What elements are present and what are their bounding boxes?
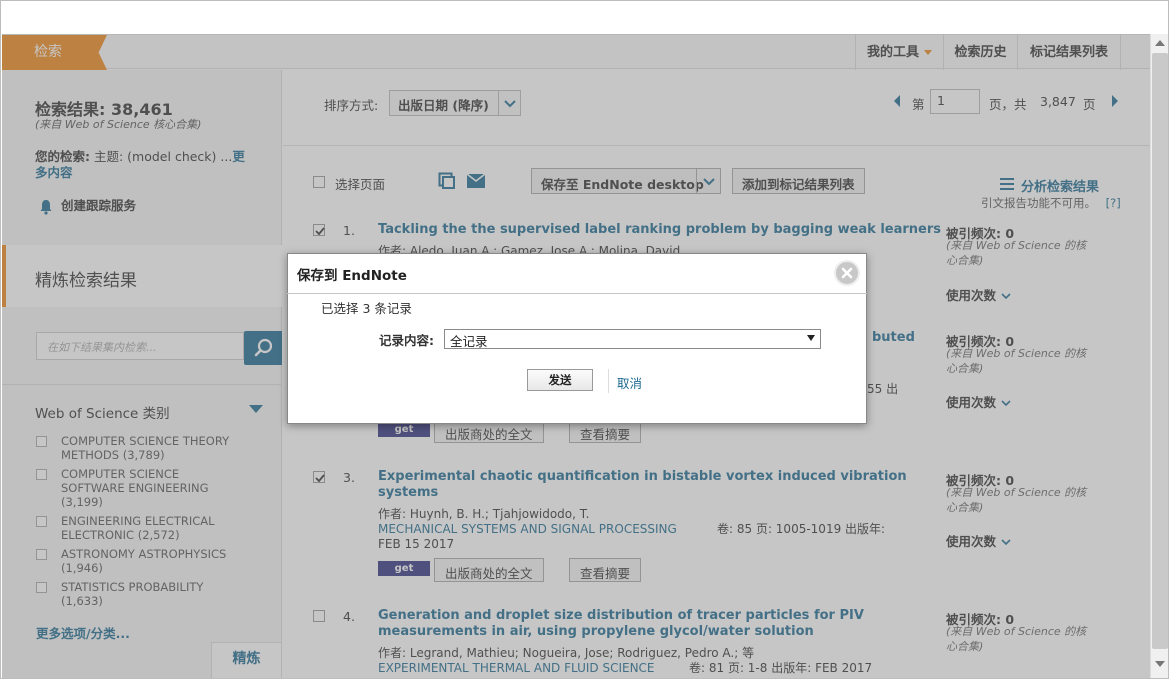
record-content-value: 全记录 [450,334,488,349]
dropdown-arrow-icon [807,335,815,341]
send-button[interactable]: 发送 [527,369,593,391]
close-icon [841,267,853,279]
record-content-select[interactable]: 全记录 [444,329,821,349]
divider [608,369,609,393]
selected-count: 已选择 3 条记录 [321,301,412,316]
divider [287,293,867,294]
cancel-link[interactable]: 取消 [617,373,642,392]
close-button[interactable] [834,260,860,286]
scroll-up-icon[interactable] [1154,39,1166,47]
browser-frame: 检索 我的工具 检索历史 标记结果列表 检索结果: 38,461 (来自 Web… [0,0,1169,679]
scroll-down-icon[interactable] [1154,660,1166,668]
record-content-label: 记录内容: [379,333,434,348]
scrollbar-thumb[interactable] [1152,53,1168,649]
top-strip [2,2,1150,34]
dialog-title: 保存到 EndNote [297,268,407,284]
